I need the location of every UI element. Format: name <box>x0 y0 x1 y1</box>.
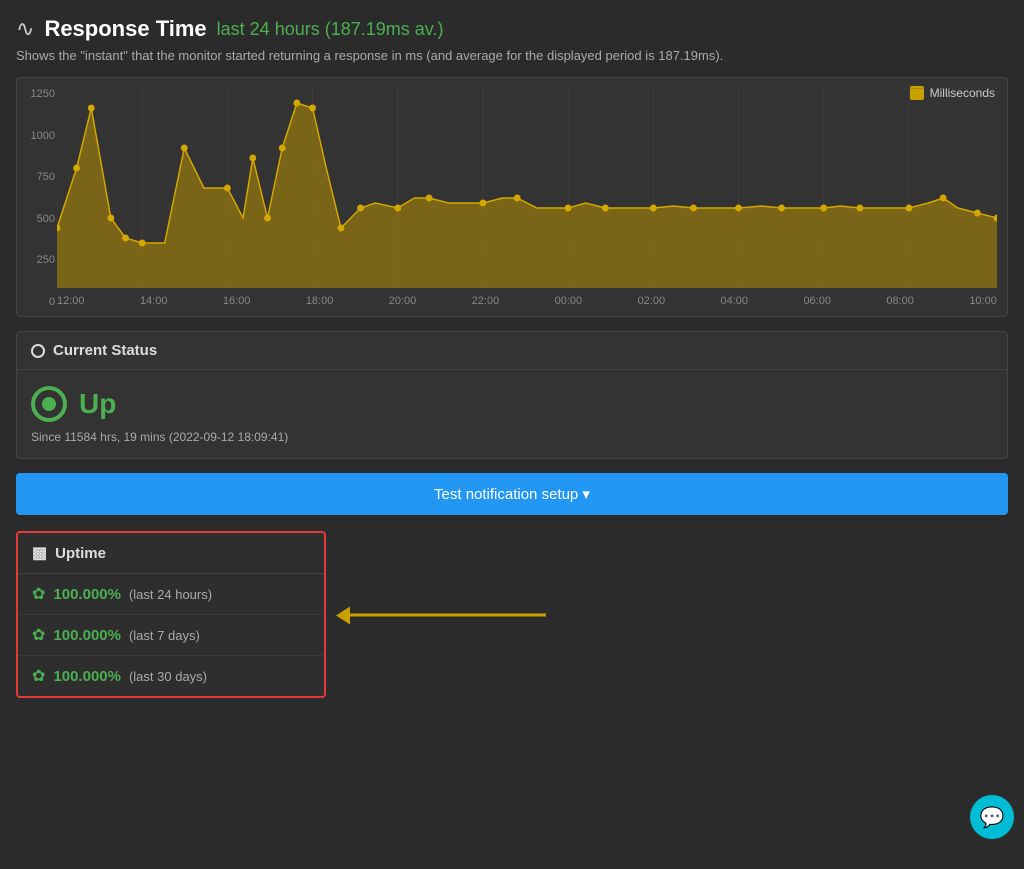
uptime-label-24h: (last 24 hours) <box>129 587 212 602</box>
chart-container: Milliseconds 1250 1000 750 500 250 0 <box>16 77 1008 317</box>
response-time-description: Shows the "instant" that the monitor sta… <box>16 48 1008 63</box>
y-axis-labels: 1250 1000 750 500 250 0 <box>19 88 55 308</box>
arrow-line <box>346 613 546 616</box>
test-notification-button[interactable]: Test notification setup ▾ <box>16 473 1008 515</box>
response-time-header: ∿ Response Time last 24 hours (187.19ms … <box>16 16 1008 42</box>
page-title: Response Time <box>44 16 206 42</box>
chart-svg-wrapper: 1250 1000 750 500 250 0 <box>57 88 997 308</box>
uptime-label-30d: (last 30 days) <box>129 669 207 684</box>
uptime-row-24h: ✿ 100.000% (last 24 hours) <box>18 574 324 615</box>
status-header-dot <box>31 344 45 358</box>
current-status-title: Current Status <box>53 342 157 359</box>
uptime-star-24h: ✿ <box>32 584 45 604</box>
uptime-star-7d: ✿ <box>32 625 45 645</box>
response-time-icon: ∿ <box>16 16 34 42</box>
chat-bubble-button[interactable]: 💬 <box>970 795 1014 839</box>
chat-icon: 💬 <box>980 805 1005 830</box>
page-container: ∿ Response Time last 24 hours (187.19ms … <box>0 0 1024 714</box>
status-up-text: Up <box>79 388 116 420</box>
response-time-chart <box>57 88 997 288</box>
uptime-percent-30d: 100.000% <box>53 668 121 685</box>
current-status-section: Current Status Up Since 11584 hrs, 19 mi… <box>16 331 1008 459</box>
uptime-row-7d: ✿ 100.000% (last 7 days) <box>18 615 324 656</box>
uptime-percent-7d: 100.000% <box>53 627 121 644</box>
uptime-title: Uptime <box>55 545 106 562</box>
uptime-row-30d: ✿ 100.000% (last 30 days) <box>18 656 324 696</box>
uptime-star-30d: ✿ <box>32 666 45 686</box>
uptime-percent-24h: 100.000% <box>53 586 121 603</box>
x-axis-labels: 12:00 14:00 16:00 18:00 20:00 22:00 00:0… <box>57 291 997 307</box>
uptime-section: ▩ Uptime ✿ 100.000% (last 24 hours) ✿ 10… <box>16 531 326 698</box>
uptime-header: ▩ Uptime <box>18 533 324 574</box>
up-circle-icon <box>31 386 67 422</box>
current-status-header: Current Status <box>17 332 1007 370</box>
uptime-bar-chart-icon: ▩ <box>32 543 47 563</box>
since-text: Since 11584 hrs, 19 mins (2022-09-12 18:… <box>31 430 993 444</box>
response-time-subtitle: last 24 hours (187.19ms av.) <box>217 19 444 40</box>
up-circle-inner <box>42 397 56 411</box>
uptime-label-7d: (last 7 days) <box>129 628 200 643</box>
up-indicator: Up <box>31 386 993 422</box>
current-status-body: Up Since 11584 hrs, 19 mins (2022-09-12 … <box>17 370 1007 458</box>
arrow-indicator <box>346 613 546 616</box>
uptime-wrapper: ▩ Uptime ✿ 100.000% (last 24 hours) ✿ 10… <box>16 531 326 698</box>
